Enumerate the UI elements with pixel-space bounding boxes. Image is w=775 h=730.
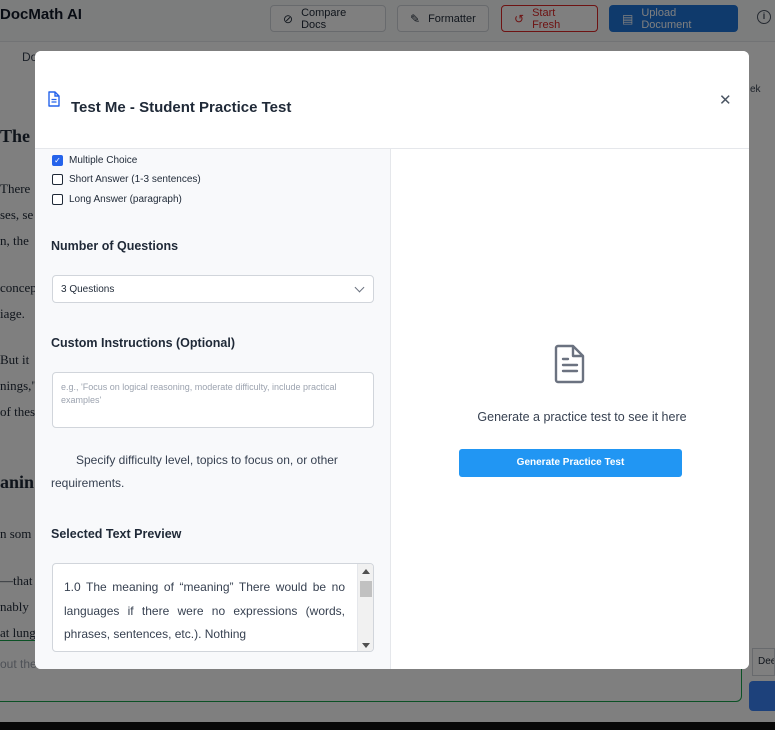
empty-state-text: Generate a practice test to see it here	[477, 410, 687, 424]
close-icon[interactable]: ✕	[719, 91, 732, 109]
scroll-down-icon[interactable]	[362, 643, 370, 648]
question-type-short-answer[interactable]: Short Answer (1-3 sentences)	[52, 174, 201, 185]
chevron-down-icon	[354, 282, 365, 293]
generate-practice-test-button[interactable]: Generate Practice Test	[459, 449, 682, 477]
question-type-label: Multiple Choice	[69, 155, 138, 166]
num-questions-value: 3 Questions	[61, 284, 115, 295]
preview-text: 1.0 The meaning of “meaning” There would…	[64, 580, 345, 641]
custom-instructions-placeholder: e.g., 'Focus on logical reasoning, moder…	[61, 382, 337, 405]
scroll-up-icon[interactable]	[362, 569, 370, 574]
question-type-label: Short Answer (1-3 sentences)	[69, 174, 201, 185]
num-questions-label: Number of Questions	[51, 239, 179, 253]
document-placeholder-icon	[552, 343, 588, 390]
checkbox-icon[interactable]	[52, 174, 63, 185]
preview-label: Selected Text Preview	[51, 527, 182, 541]
scroll-thumb[interactable]	[360, 581, 372, 597]
question-type-label: Long Answer (paragraph)	[69, 194, 182, 205]
modal-title: Test Me - Student Practice Test	[71, 99, 292, 116]
settings-panel: ✓ Multiple Choice Short Answer (1-3 sent…	[35, 149, 391, 669]
custom-instructions-help: Specify difficulty level, topics to focu…	[51, 453, 338, 490]
preview-scrollbar[interactable]	[357, 564, 373, 651]
practice-test-modal: Test Me - Student Practice Test ✕ ✓ Mult…	[35, 51, 749, 669]
checkbox-icon[interactable]	[52, 194, 63, 205]
selected-text-preview[interactable]: 1.0 The meaning of “meaning” There would…	[52, 563, 374, 652]
modal-header: Test Me - Student Practice Test ✕	[35, 51, 749, 149]
custom-instructions-input[interactable]: e.g., 'Focus on logical reasoning, moder…	[52, 372, 374, 428]
results-panel: Generate a practice test to see it here …	[391, 149, 749, 669]
question-type-long-answer[interactable]: Long Answer (paragraph)	[52, 194, 182, 205]
checkbox-checked-icon[interactable]: ✓	[52, 155, 63, 166]
question-type-multiple-choice[interactable]: ✓ Multiple Choice	[52, 155, 137, 166]
custom-instructions-label: Custom Instructions (Optional)	[51, 336, 236, 350]
num-questions-select[interactable]: 3 Questions	[52, 275, 374, 303]
document-icon	[47, 91, 61, 112]
